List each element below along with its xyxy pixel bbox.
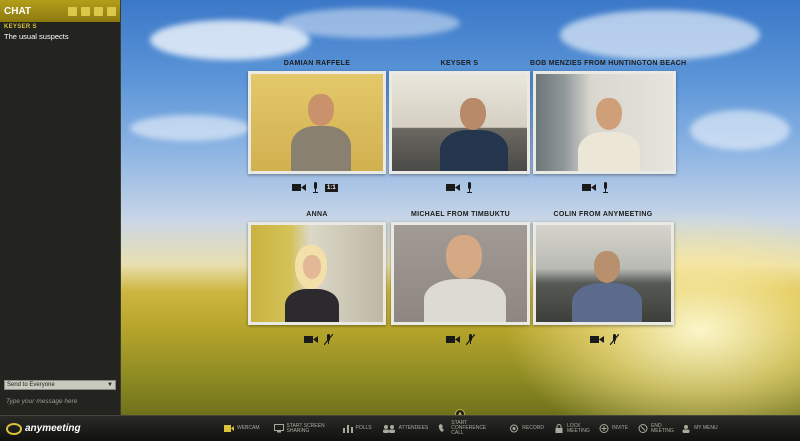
toolbar-label: END MEETING [651,422,674,434]
send-to-value: Send to Everyone [7,382,55,388]
chat-title: CHAT [4,5,32,17]
toolbar-label: ATTENDEES [398,425,429,431]
toolbar-end-meeting[interactable]: END MEETING [638,422,674,434]
logo-mark-icon [6,422,22,435]
video-tile[interactable] [533,71,676,174]
tile-controls [582,182,609,193]
camera-icon[interactable] [590,335,604,344]
microphone-icon[interactable] [466,182,473,193]
chat-message: KEYSER S The usual suspects [0,22,120,43]
microphone-icon[interactable] [602,182,609,193]
attendee-name: COLIN FROM ANYMEETING [553,211,653,218]
toolbar-label: LOCK MEETING [566,422,590,434]
message-input[interactable]: Type your message here [4,394,116,410]
toolbar-label: WEBCAM [237,425,260,431]
private-chat-badge[interactable]: 1:1 [325,183,338,192]
logo-text: anymeeting [25,423,81,434]
sound-icon[interactable] [81,6,90,16]
chat-sender: KEYSER S [4,24,37,30]
video-tile[interactable] [533,222,674,325]
toolbar-webcam[interactable]: WEBCAM [224,424,260,433]
chat-header: CHAT [0,0,120,22]
attendees-icon [382,425,395,433]
font-size-icon[interactable] [68,6,77,16]
cloud [690,110,790,150]
video-tile[interactable] [389,71,530,174]
cloud [280,8,460,38]
toolbar-label: INVITE [611,425,629,431]
lock-icon [555,424,563,433]
microphone-muted-icon[interactable] [610,334,619,345]
tile-controls: 1:1 [292,182,338,193]
screen-share-icon [273,424,284,433]
toolbar-record[interactable]: RECORD [509,424,544,433]
camera-icon[interactable] [304,335,318,344]
microphone-muted-icon[interactable] [324,334,333,345]
attendee-name: ANNA [306,211,328,218]
bottom-toolbar: anymeeting WEBCAM START SCREEN SHARING P… [0,415,800,441]
microphone-muted-icon[interactable] [466,334,475,345]
toolbar-label: START SCREEN SHARING [286,422,325,434]
tile-controls [304,334,333,345]
menu-icon [682,425,690,433]
invite-icon [599,424,609,433]
toolbar-invite[interactable]: INVITE [599,424,628,433]
send-to-select[interactable]: Send to Everyone ▼ [4,380,116,390]
tile-controls [590,334,619,345]
chat-tools [68,6,116,16]
polls-icon [342,425,353,433]
video-tile[interactable] [248,222,386,325]
attendee-name: BOB MENZIES FROM HUNTINGTON BEACH [530,60,687,67]
chevron-down-icon: ▼ [107,382,113,388]
anymeeting-logo: anymeeting [0,422,120,435]
settings-icon[interactable] [94,6,103,16]
camera-icon[interactable] [446,183,460,192]
camera-icon[interactable] [446,335,460,344]
chat-panel: CHAT KEYSER S The usual suspects Send to… [0,0,121,415]
cloud [560,10,760,60]
attendee-name: DAMIAN RAFFELE [283,60,351,67]
webcam-icon [224,425,234,432]
toolbar-polls[interactable]: POLLS [342,424,372,433]
attendee-name: KEYSER S [440,60,479,67]
camera-icon[interactable] [582,183,596,192]
video-tile[interactable] [248,71,386,174]
tile-controls [446,182,473,193]
toolbar-attendees[interactable]: ATTENDEES [382,424,429,433]
conference-call-icon [439,424,445,432]
camera-icon[interactable] [292,183,306,192]
end-meeting-icon [638,424,648,433]
toolbar-label: RECORD [522,425,544,431]
toolbar-lock-meeting[interactable]: LOCK MEETING [554,422,590,434]
tile-controls [446,334,475,345]
popout-icon[interactable] [107,6,116,16]
chat-text: The usual suspects [4,32,69,41]
toolbar-label: POLLS [355,425,372,431]
toolbar-screen-sharing[interactable]: START SCREEN SHARING [273,422,333,434]
record-icon [510,424,519,433]
toolbar-conference-call[interactable]: START CONFERENCE CALL [438,421,499,436]
toolbar-label: MY MENU [694,425,718,431]
video-tile[interactable] [391,222,530,325]
toolbar-label: START CONFERENCE CALL [451,420,487,436]
attendee-name: MICHAEL FROM TIMBUKTU [410,211,511,218]
microphone-icon[interactable] [312,182,319,193]
cloud [130,115,250,141]
toolbar-my-menu[interactable]: MY MENU [681,424,718,433]
